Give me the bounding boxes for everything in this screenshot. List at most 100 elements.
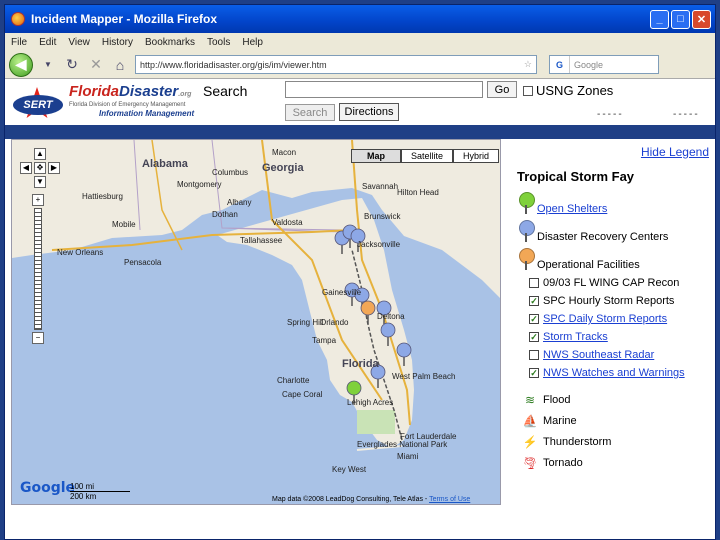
pan-down-icon[interactable]: ▼ (34, 176, 46, 188)
minimize-button[interactable]: _ (650, 9, 669, 29)
search-button[interactable]: Search (285, 104, 335, 121)
menu-item-bookmarks[interactable]: Bookmarks (145, 37, 195, 48)
legend-weather-tornado: 🌪 Tornado (522, 455, 583, 470)
tornado-icon: 🌪 (522, 455, 538, 470)
back-button[interactable]: ◀ (9, 52, 33, 77)
reload-icon[interactable]: ↻ (63, 56, 81, 74)
zoom-control[interactable]: + − (32, 194, 44, 344)
layer-label[interactable]: NWS Watches and Warnings (543, 367, 685, 379)
map-label-jacksonville: Jacksonville (357, 240, 401, 249)
legend-pin-open-shelters[interactable]: Open Shelters (519, 191, 607, 215)
legend-layer-row: ✓ SPC Hourly Storm Reports (529, 295, 674, 307)
legend-layer-row: ✓ NWS Watches and Warnings (529, 367, 685, 379)
marine-icon: ⛵ (522, 413, 538, 428)
map-view[interactable]: AlabamaGeorgiaFloridaMaconAugustaColumbu… (11, 139, 501, 505)
menu-item-help[interactable]: Help (242, 37, 263, 48)
stop-icon[interactable]: ✕ (87, 56, 105, 74)
go-button[interactable]: Go (487, 81, 517, 98)
map-label-charlotte: Charlotte (277, 376, 310, 385)
map-label-albany: Albany (227, 198, 252, 207)
directions-button[interactable]: Directions (339, 103, 399, 121)
close-button[interactable]: ✕ (692, 9, 711, 29)
legend-weather-thunderstorm: ⚡ Thunderstorm (522, 434, 612, 449)
legend-layer-row: 09/03 FL WING CAP Recon (529, 277, 679, 289)
bookmark-star-icon[interactable]: ☆ (520, 59, 536, 70)
menu-item-history[interactable]: History (102, 37, 133, 48)
map-label-orlando: Orlando (320, 318, 349, 327)
menu-item-tools[interactable]: Tools (207, 37, 230, 48)
map-label-cape-coral: Cape Coral (282, 390, 323, 399)
title-bar: Incident Mapper - Mozilla Firefox _ □ ✕ (5, 5, 715, 33)
map-label-georgia: Georgia (262, 162, 304, 174)
map-label-deltona: Deltona (377, 312, 405, 321)
map-label-florida: Florida (342, 358, 379, 370)
search-input[interactable] (285, 81, 483, 98)
map-label-savannah: Savannah (362, 182, 399, 191)
map-label-everglades-national-park: Everglades National Park (357, 440, 448, 449)
pan-control[interactable]: ▲ ◀ ✥ ▶ ▼ (20, 148, 60, 188)
forward-dropdown-icon[interactable]: ▼ (39, 56, 57, 74)
layer-label[interactable]: Storm Tracks (543, 331, 608, 343)
map-pin-icon (519, 192, 535, 214)
layer-checkbox[interactable] (529, 278, 539, 288)
menu-item-file[interactable]: File (11, 37, 27, 48)
web-search-placeholder: Google (574, 59, 604, 70)
layer-label: SPC Hourly Storm Reports (543, 295, 675, 307)
thunderstorm-icon: ⚡ (522, 434, 538, 449)
zoom-out-icon[interactable]: − (32, 332, 44, 344)
url-text: http://www.floridadisaster.org/gis/im/vi… (140, 59, 327, 70)
map-type-hybrid-button[interactable]: Hybrid (453, 149, 499, 163)
layer-checkbox[interactable] (529, 350, 539, 360)
map-label-hattiesburg: Hattiesburg (82, 192, 123, 201)
site-header: SERT FloridaDisaster.org Florida Divisio… (5, 79, 715, 125)
usng-zones-toggle[interactable]: USNG Zones (523, 83, 613, 98)
layer-checkbox[interactable]: ✓ (529, 368, 539, 378)
hide-legend-link[interactable]: Hide Legend (641, 145, 709, 159)
map-label-new-orleans: New Orleans (57, 248, 104, 257)
legend-layer-row: ✓ Storm Tracks (529, 331, 608, 343)
status-dashes-1: ----- (597, 109, 624, 120)
map-label-brunswick: Brunswick (364, 212, 401, 221)
map-label-alabama: Alabama (142, 158, 188, 170)
web-search-box[interactable]: G Google (549, 55, 659, 74)
home-icon[interactable]: ⌂ (111, 56, 129, 74)
layer-label[interactable]: SPC Daily Storm Reports (543, 313, 667, 325)
map-type-map-button[interactable]: Map (351, 149, 401, 163)
url-bar[interactable]: http://www.floridadisaster.org/gis/im/vi… (135, 55, 537, 74)
layer-checkbox[interactable]: ✓ (529, 296, 539, 306)
pan-left-icon[interactable]: ◀ (20, 162, 32, 174)
terms-link[interactable]: Terms of Use (429, 496, 470, 503)
map-pin-icon (519, 220, 535, 242)
pan-right-icon[interactable]: ▶ (48, 162, 60, 174)
window-title: Incident Mapper - Mozilla Firefox (31, 12, 218, 26)
map-label-columbus: Columbus (212, 168, 249, 177)
map-scale: 100 mi 200 km (70, 482, 130, 501)
map-copyright: Map data ©2008 LeadDog Consulting, Tele … (272, 496, 471, 503)
layer-checkbox[interactable]: ✓ (529, 332, 539, 342)
menu-item-view[interactable]: View (68, 37, 90, 48)
pan-center-icon[interactable]: ✥ (34, 162, 46, 174)
legend-panel: Hide Legend Tropical Storm Fay Open Shel… (505, 139, 715, 505)
map-type-control: Map Satellite Hybrid (351, 149, 499, 163)
usng-checkbox[interactable] (523, 85, 533, 96)
map-label-dothan: Dothan (212, 210, 238, 219)
google-logo: Google (20, 480, 76, 496)
menu-item-edit[interactable]: Edit (39, 37, 56, 48)
menu-bar: File Edit View History Bookmarks Tools Help (5, 33, 715, 51)
pan-up-icon[interactable]: ▲ (34, 148, 46, 160)
map-label-tallahassee: Tallahassee (240, 236, 283, 245)
google-search-icon[interactable]: G (550, 56, 570, 73)
zoom-in-icon[interactable]: + (32, 194, 44, 206)
legend-layer-row: NWS Southeast Radar (529, 349, 654, 361)
zoom-slider[interactable] (34, 208, 42, 330)
maximize-button[interactable]: □ (671, 9, 690, 29)
layer-checkbox[interactable]: ✓ (529, 314, 539, 324)
legend-title: Tropical Storm Fay (517, 169, 635, 184)
layer-label: 09/03 FL WING CAP Recon (543, 277, 680, 289)
flood-icon: ≋ (524, 392, 536, 407)
florida-disaster-logo: FloridaDisaster.org Florida Division of … (69, 83, 195, 118)
sert-logo: SERT (13, 87, 63, 123)
layer-label[interactable]: NWS Southeast Radar (543, 349, 654, 361)
firefox-icon (11, 12, 25, 26)
map-type-satellite-button[interactable]: Satellite (401, 149, 453, 163)
